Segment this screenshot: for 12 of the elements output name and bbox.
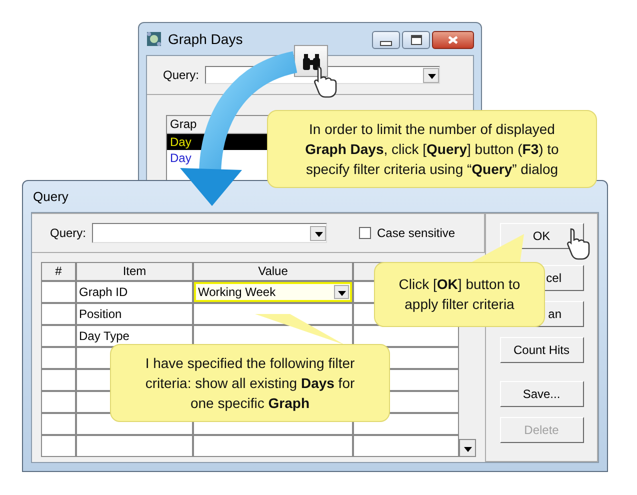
checkbox-label: Case sensitive	[377, 226, 456, 240]
query-label: Query:	[50, 226, 86, 240]
window-title: Graph Days	[168, 31, 243, 47]
column-header: #	[42, 263, 75, 280]
query-label: Query:	[163, 68, 200, 82]
table-cell: Graph ID	[77, 282, 192, 302]
table-cell: Day Type	[77, 326, 192, 346]
column-header: Item	[77, 263, 192, 280]
table-cell: Position	[77, 304, 192, 324]
callout-tooltip: In order to limit the number of displayed Graph Days, click [Query] button (F3) to specify filter criteria using “Query” dialog	[267, 110, 597, 188]
window-title: Query	[32, 188, 68, 206]
column-header: Value	[194, 263, 352, 280]
